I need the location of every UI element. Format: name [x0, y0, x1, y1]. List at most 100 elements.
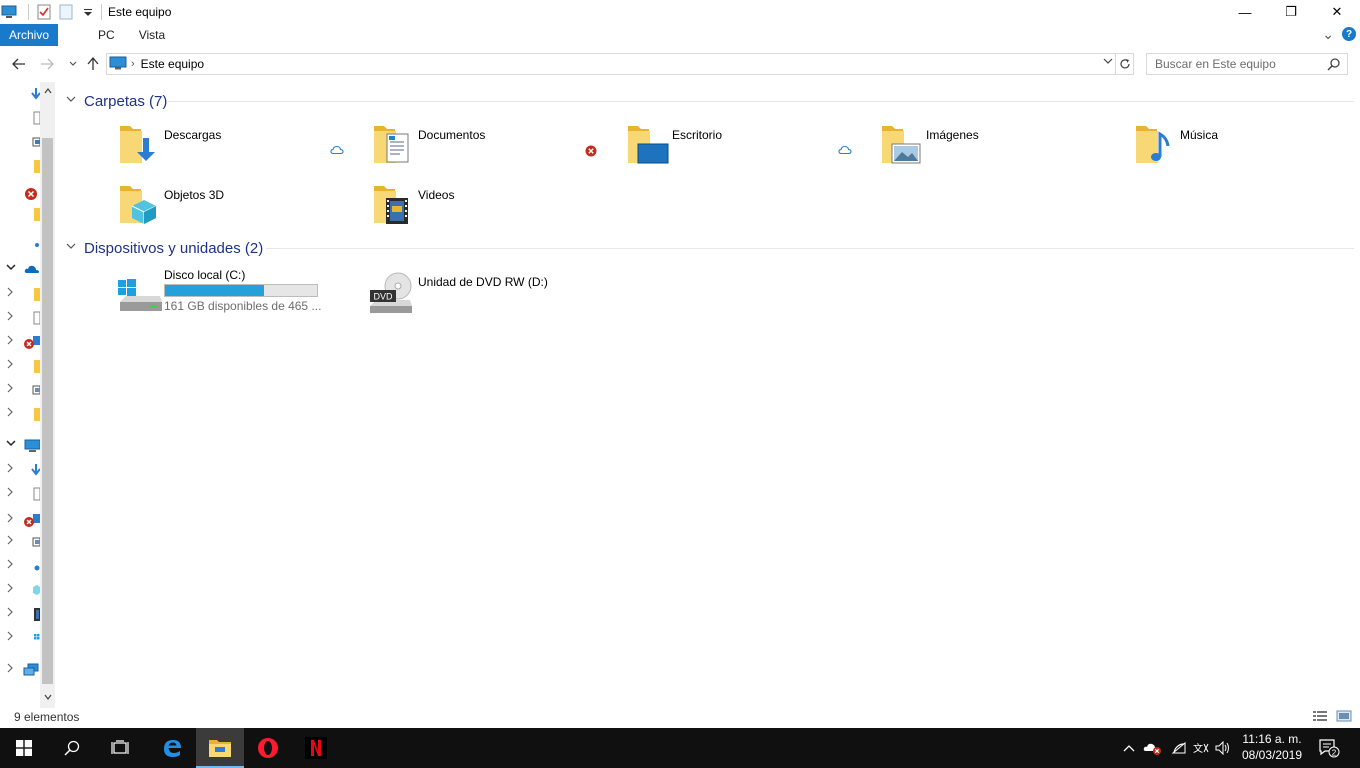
expand-ribbon-icon[interactable]: ⌄	[1322, 27, 1334, 41]
sync-error-icon	[584, 144, 598, 158]
search-input[interactable]: Buscar en Este equipo	[1146, 53, 1348, 75]
maximize-button[interactable]: ❐	[1268, 0, 1314, 24]
back-arrow-icon[interactable]	[8, 53, 30, 75]
nav-item-pc-downloads[interactable]	[0, 460, 41, 480]
expanded-chevron-icon[interactable]	[6, 439, 16, 451]
collapsed-chevron-icon[interactable]	[6, 513, 14, 526]
nav-scrollbar[interactable]	[40, 82, 55, 708]
collapsed-chevron-icon[interactable]	[6, 463, 14, 476]
folder-tile-videos[interactable]: Videos	[372, 182, 612, 236]
minimize-button[interactable]: —	[1222, 0, 1268, 24]
tab-vista[interactable]: Vista	[129, 24, 175, 46]
group-collapse-chevron-icon[interactable]	[66, 242, 76, 254]
nav-item-od-folder3[interactable]	[0, 404, 40, 424]
collapsed-chevron-icon[interactable]	[6, 383, 14, 396]
task-view-button[interactable]	[96, 728, 144, 768]
pictures-folder-icon	[880, 122, 928, 170]
nav-item-pc-pictures[interactable]	[0, 532, 41, 552]
drive-tile-dvd[interactable]: DVD Unidad de DVD RW (D:)	[368, 268, 608, 322]
collapsed-chevron-icon[interactable]	[6, 535, 14, 548]
tab-archivo[interactable]: Archivo	[0, 24, 59, 46]
collapsed-chevron-icon[interactable]	[6, 359, 14, 372]
help-icon[interactable]: ?	[1342, 27, 1356, 41]
nav-item-pc-documents[interactable]	[0, 484, 41, 504]
start-button[interactable]	[0, 728, 48, 768]
search-taskbar-button[interactable]	[48, 728, 96, 768]
nav-item-pc-music[interactable]	[0, 556, 40, 576]
nav-item-folder[interactable]	[0, 156, 40, 176]
forward-arrow-icon[interactable]	[36, 53, 58, 75]
collapsed-chevron-icon[interactable]	[6, 311, 14, 324]
edge-taskbar-button[interactable]	[148, 728, 196, 768]
taskbar-clock[interactable]: 11:16 a. m. 08/03/2019	[1236, 731, 1308, 763]
search-icon[interactable]	[1327, 57, 1341, 74]
scrollbar-thumb[interactable]	[42, 138, 53, 684]
tab-pc[interactable]: PC	[88, 24, 125, 46]
netflix-taskbar-button[interactable]	[292, 728, 340, 768]
address-bar[interactable]: › Este equipo	[106, 53, 1116, 75]
nav-item-od-folder2[interactable]	[0, 356, 40, 376]
properties-icon[interactable]	[35, 3, 53, 21]
collapsed-chevron-icon[interactable]	[6, 487, 14, 500]
folder-tile-musica[interactable]: Música	[1134, 122, 1360, 176]
recent-locations-chevron-icon[interactable]	[62, 53, 84, 75]
nav-item-error[interactable]	[0, 184, 40, 204]
folder-tile-objetos-3d[interactable]: Objetos 3D	[118, 182, 358, 236]
collapsed-chevron-icon[interactable]	[6, 583, 14, 596]
action-center-button[interactable]: 2	[1314, 728, 1344, 768]
drive-tile-c[interactable]: Disco local (C:) 161 GB disponibles de 4…	[118, 268, 358, 322]
nav-item-pc-3d[interactable]	[0, 580, 40, 600]
folder-tile-escritorio[interactable]: Escritorio	[626, 122, 866, 176]
wifi-tray-icon[interactable]	[1168, 728, 1190, 768]
nav-item-od-pictures[interactable]	[0, 380, 41, 400]
details-view-icon[interactable]	[1312, 710, 1328, 725]
new-folder-icon[interactable]	[57, 3, 75, 21]
nav-item-network[interactable]	[0, 660, 40, 680]
onedrive-error-tray-icon[interactable]	[1142, 728, 1164, 768]
documents-folder-icon	[372, 122, 420, 170]
opera-taskbar-button[interactable]	[244, 728, 292, 768]
input-method-tray-icon[interactable]: 文	[1190, 728, 1212, 768]
breadcrumb-chevron-icon[interactable]: ›	[131, 58, 135, 70]
nav-item-cloud[interactable]	[0, 234, 40, 254]
collapsed-chevron-icon[interactable]	[6, 607, 14, 620]
collapsed-chevron-icon[interactable]	[6, 335, 14, 348]
nav-item-onedrive[interactable]	[0, 260, 40, 280]
nav-item-escritorio[interactable]	[0, 132, 41, 152]
collapsed-chevron-icon[interactable]	[6, 663, 14, 676]
folder-tile-descargas[interactable]: Descargas	[118, 122, 358, 176]
address-dropdown-icon[interactable]	[1103, 57, 1113, 68]
group-collapse-chevron-icon[interactable]	[66, 95, 76, 107]
scroll-down-icon[interactable]	[40, 690, 55, 704]
nav-item-documentos[interactable]	[0, 108, 41, 128]
nav-item-od-documents[interactable]	[0, 308, 41, 328]
nav-item-pc-videos[interactable]	[0, 604, 40, 624]
nav-item-pc-drive[interactable]	[0, 628, 40, 648]
collapsed-chevron-icon[interactable]	[6, 631, 14, 644]
refresh-icon[interactable]	[1116, 53, 1134, 75]
large-icons-view-icon[interactable]	[1336, 710, 1352, 725]
file-explorer-taskbar-button[interactable]	[196, 728, 244, 768]
show-hidden-icons-chevron-icon[interactable]	[1120, 728, 1138, 768]
this-pc-icon[interactable]	[0, 3, 18, 21]
close-button[interactable]: ✕	[1314, 0, 1360, 24]
collapsed-chevron-icon[interactable]	[6, 287, 14, 300]
scroll-up-icon[interactable]	[40, 84, 55, 98]
qat-dropdown-icon[interactable]	[79, 3, 97, 21]
collapsed-chevron-icon[interactable]	[6, 559, 14, 572]
breadcrumb[interactable]: Este equipo	[141, 57, 204, 71]
nav-item-od-desktop[interactable]	[0, 332, 40, 352]
folder-tile-documentos[interactable]: Documentos	[372, 122, 612, 176]
nav-item-this-pc[interactable]	[0, 436, 41, 456]
nav-item-od-folder[interactable]	[0, 284, 40, 304]
group-header-folders[interactable]: Carpetas (7)	[66, 90, 167, 112]
nav-item-pc-desktop[interactable]	[0, 510, 40, 530]
volume-tray-icon[interactable]	[1212, 728, 1234, 768]
group-header-devices[interactable]: Dispositivos y unidades (2)	[66, 237, 263, 259]
nav-item-folder[interactable]	[0, 204, 40, 224]
nav-item-descargas[interactable]	[0, 84, 41, 104]
expanded-chevron-icon[interactable]	[6, 263, 16, 275]
folder-tile-imagenes[interactable]: Imágenes	[880, 122, 1120, 176]
up-arrow-icon[interactable]	[82, 53, 104, 75]
collapsed-chevron-icon[interactable]	[6, 407, 14, 420]
